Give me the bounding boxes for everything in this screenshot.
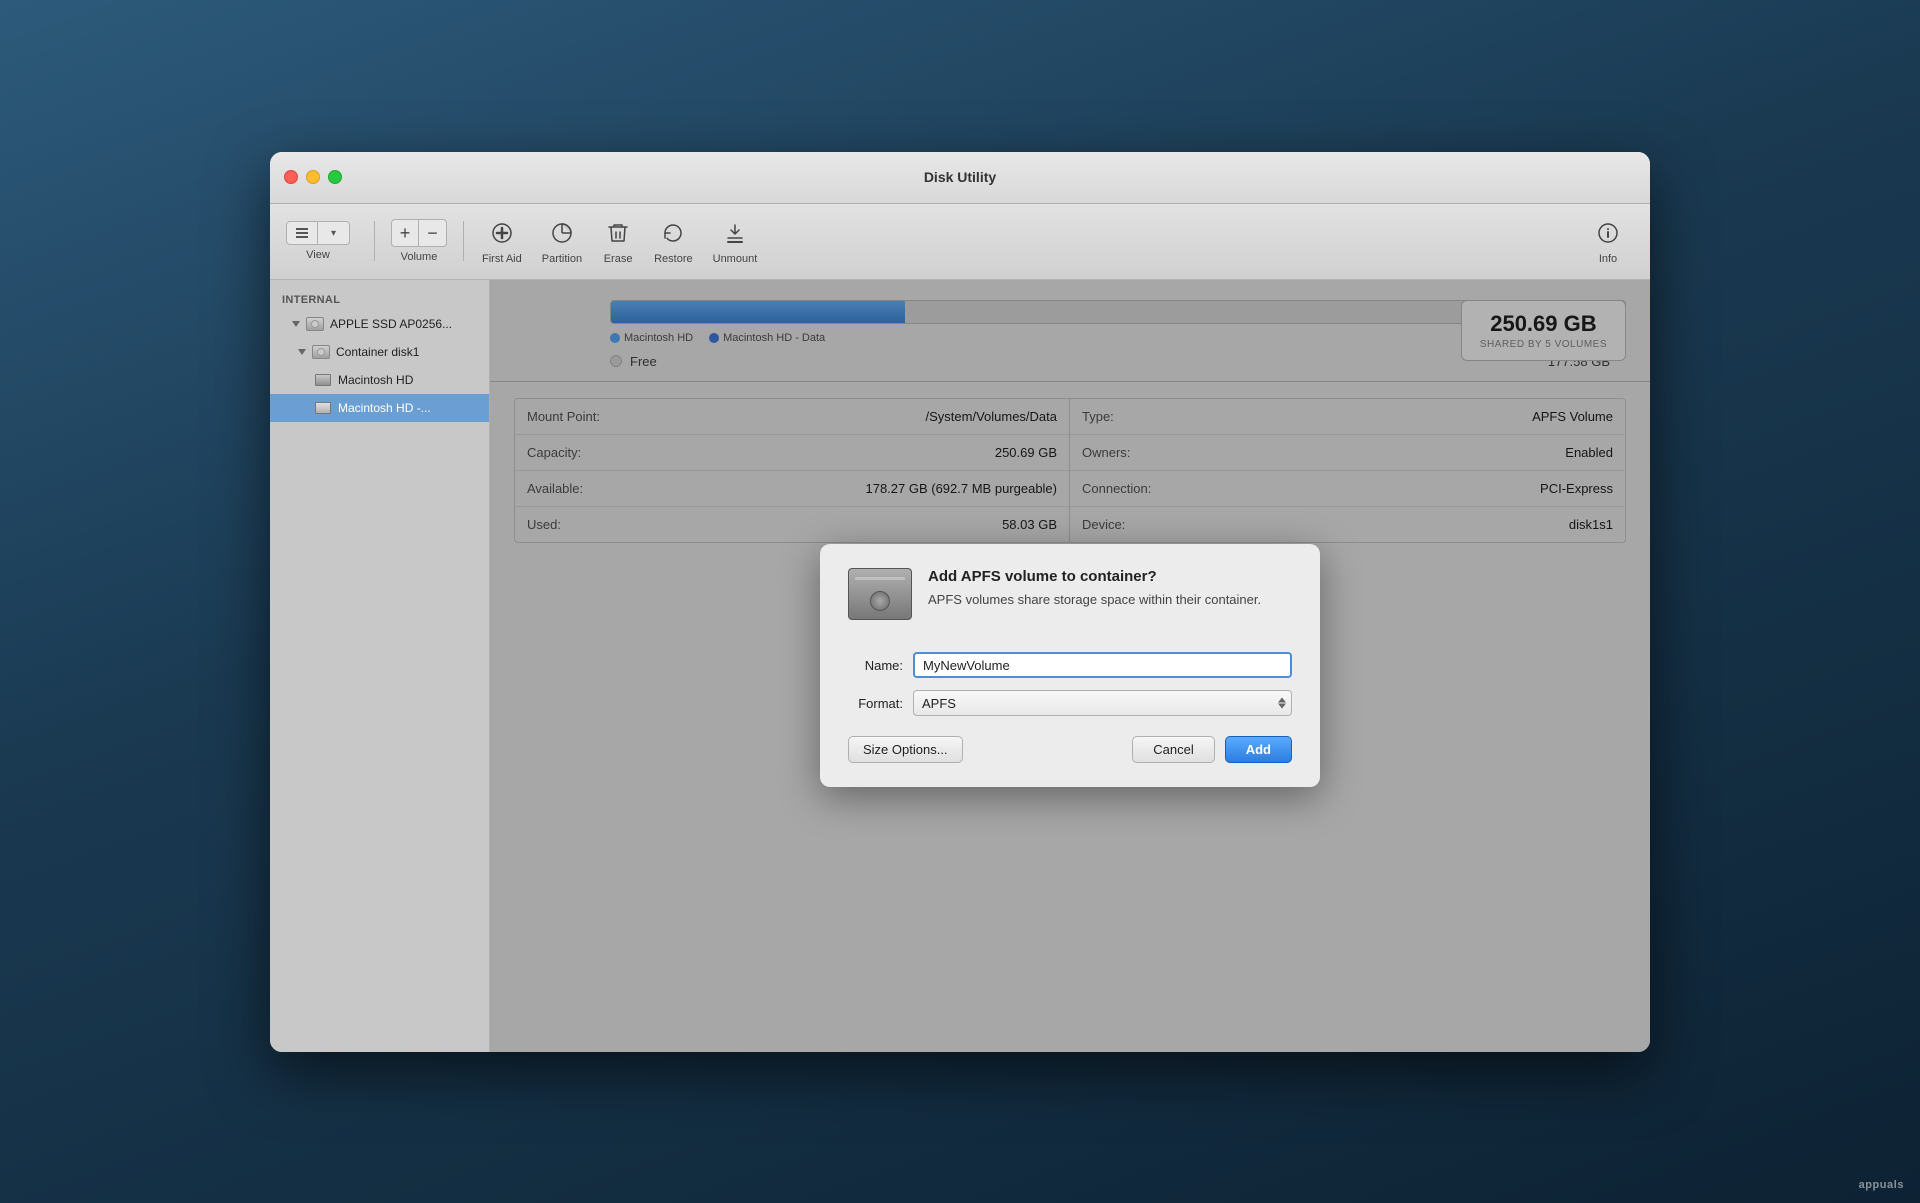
view-label: View xyxy=(306,249,330,261)
partition-button[interactable]: Partition xyxy=(532,211,592,271)
sidebar-item-label: Container disk1 xyxy=(336,345,419,359)
size-options-button[interactable]: Size Options... xyxy=(848,736,963,763)
partition-icon xyxy=(546,217,578,249)
info-label: Info xyxy=(1599,253,1617,265)
add-volume-button[interactable]: + xyxy=(391,219,419,247)
unmount-icon xyxy=(719,217,751,249)
titlebar: Disk Utility xyxy=(270,152,1650,204)
unmount-button[interactable]: Unmount xyxy=(703,211,768,271)
cancel-button[interactable]: Cancel xyxy=(1132,736,1214,763)
sidebar-item-label: Macintosh HD xyxy=(338,373,413,387)
modal-title: Add APFS volume to container? xyxy=(928,568,1261,585)
modal-disk-icon xyxy=(848,568,912,632)
main-content: Internal APPLE SSD AP0256... Container d… xyxy=(270,280,1650,1052)
info-icon xyxy=(1592,217,1624,249)
erase-label: Erase xyxy=(604,253,633,265)
first-aid-icon xyxy=(486,217,518,249)
container-icon xyxy=(312,343,330,361)
restore-label: Restore xyxy=(654,253,693,265)
minimize-button[interactable] xyxy=(306,170,320,184)
separator-1 xyxy=(374,221,375,261)
detail-area: 250.69 GB SHARED BY 5 VOLUMES Macintosh … xyxy=(490,280,1650,1052)
maximize-button[interactable] xyxy=(328,170,342,184)
partition-label: Partition xyxy=(542,253,582,265)
name-field: Name: xyxy=(848,652,1292,678)
erase-button[interactable]: Erase xyxy=(592,211,644,271)
format-select[interactable]: APFS APFS (Case-sensitive) APFS (Encrypt… xyxy=(913,690,1292,716)
format-label: Format: xyxy=(848,696,903,711)
view-toggle[interactable]: ▾ xyxy=(286,221,350,245)
sidebar-item-apple-ssd[interactable]: APPLE SSD AP0256... xyxy=(270,310,489,338)
modal-btn-group: Cancel Add xyxy=(1132,736,1292,763)
volume-icon xyxy=(314,399,332,417)
expand-icon xyxy=(298,349,306,355)
modal-form: Name: Format: APFS APFS (Case-sensitive)… xyxy=(848,652,1292,716)
watermark: appuals xyxy=(1859,1179,1904,1191)
name-label: Name: xyxy=(848,658,903,673)
name-input[interactable] xyxy=(913,652,1292,678)
modal-buttons: Size Options... Cancel Add xyxy=(848,736,1292,763)
volume-label: Volume xyxy=(401,251,438,263)
restore-button[interactable]: Restore xyxy=(644,211,703,271)
modal-subtitle: APFS volumes share storage space within … xyxy=(928,591,1261,609)
expand-icon xyxy=(292,321,300,327)
traffic-lights xyxy=(284,170,342,184)
toolbar: ▾ View + − Volume First Aid xyxy=(270,204,1650,280)
disk-icon xyxy=(306,315,324,333)
sidebar-item-container[interactable]: Container disk1 xyxy=(270,338,489,366)
view-list-icon[interactable] xyxy=(286,221,318,245)
format-select-wrapper: APFS APFS (Case-sensitive) APFS (Encrypt… xyxy=(913,690,1292,716)
add-button[interactable]: Add xyxy=(1225,736,1292,763)
sidebar-item-label: APPLE SSD AP0256... xyxy=(330,317,452,331)
modal-title-area: Add APFS volume to container? APFS volum… xyxy=(928,568,1261,609)
restore-icon xyxy=(657,217,689,249)
sidebar-section-internal: Internal xyxy=(270,290,489,310)
modal-overlay: Add APFS volume to container? APFS volum… xyxy=(490,280,1650,1052)
sidebar-item-macintosh-hd-data[interactable]: Macintosh HD -... xyxy=(270,394,489,422)
unmount-label: Unmount xyxy=(713,253,758,265)
info-button[interactable]: Info xyxy=(1582,211,1634,271)
close-button[interactable] xyxy=(284,170,298,184)
first-aid-button[interactable]: First Aid xyxy=(472,211,532,271)
hd-icon xyxy=(848,568,912,620)
format-field: Format: APFS APFS (Case-sensitive) APFS … xyxy=(848,690,1292,716)
separator-2 xyxy=(463,221,464,261)
sidebar-item-label: Macintosh HD -... xyxy=(338,401,431,415)
view-chevron-icon[interactable]: ▾ xyxy=(318,221,350,245)
remove-volume-button[interactable]: − xyxy=(419,219,447,247)
window-title: Disk Utility xyxy=(924,169,996,185)
disk-utility-window: Disk Utility ▾ View + − xyxy=(270,152,1650,1052)
volume-icon xyxy=(314,371,332,389)
first-aid-label: First Aid xyxy=(482,253,522,265)
sidebar-item-macintosh-hd[interactable]: Macintosh HD xyxy=(270,366,489,394)
erase-icon xyxy=(602,217,634,249)
modal-header: Add APFS volume to container? APFS volum… xyxy=(848,568,1292,632)
sidebar: Internal APPLE SSD AP0256... Container d… xyxy=(270,280,490,1052)
volume-buttons[interactable]: + − xyxy=(391,219,447,247)
add-volume-modal: Add APFS volume to container? APFS volum… xyxy=(820,544,1320,787)
